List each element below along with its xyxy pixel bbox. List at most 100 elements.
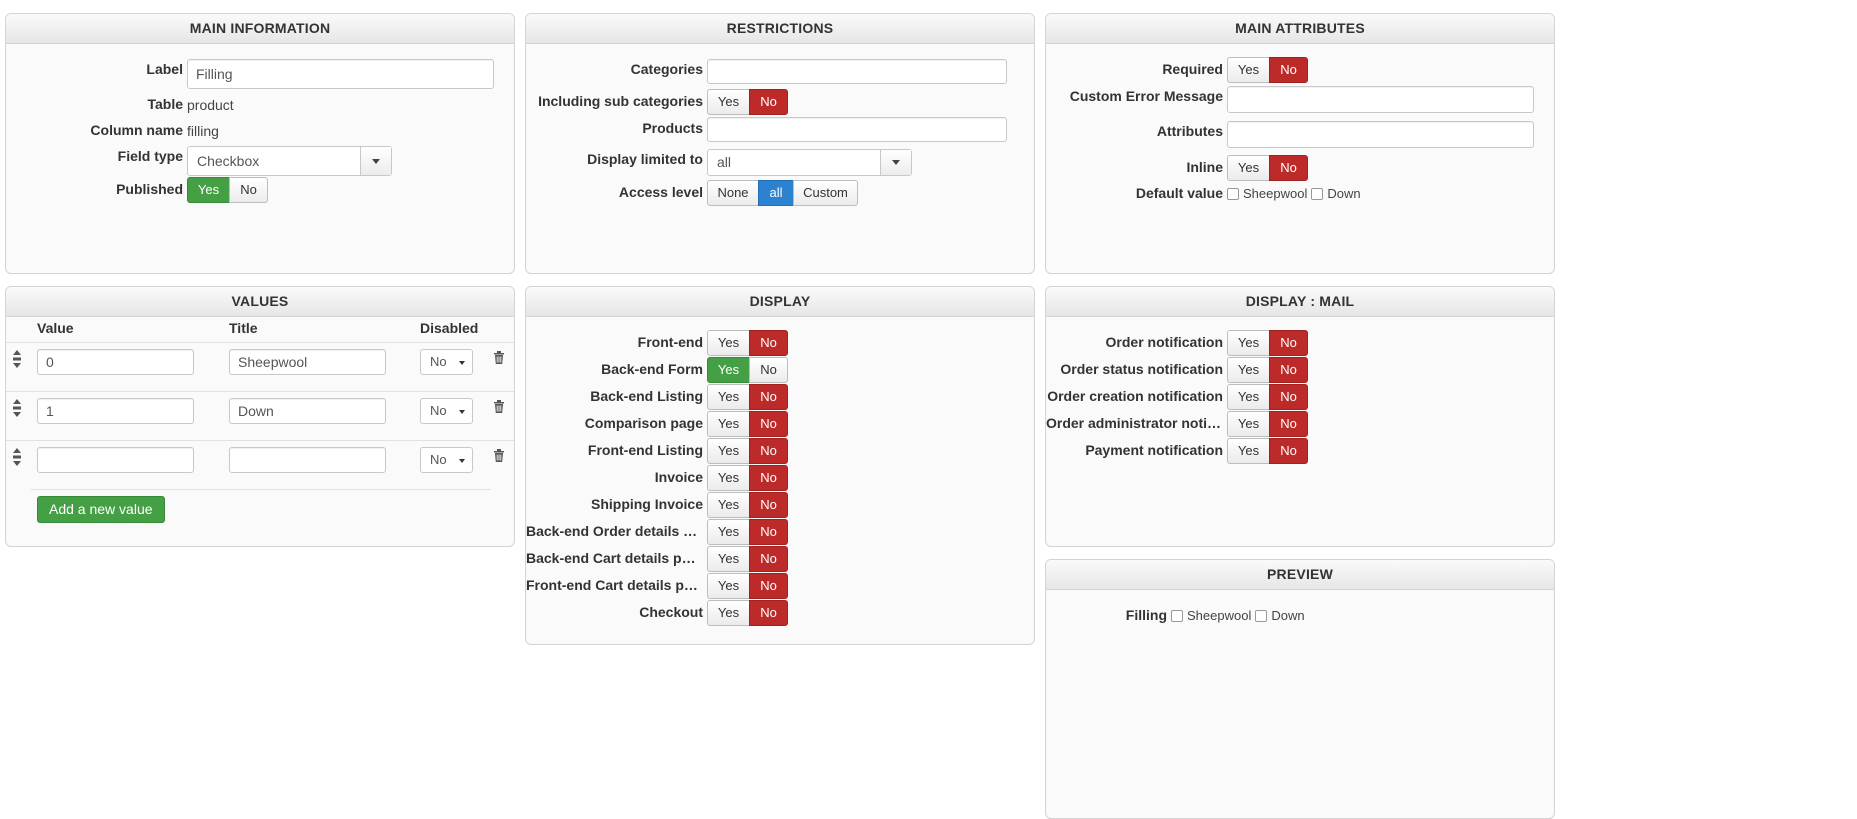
preview-down-checkbox[interactable]	[1255, 609, 1268, 622]
disabled-select[interactable]: No	[420, 398, 473, 424]
display-yes-button[interactable]: Yes	[707, 573, 750, 599]
display-no-button[interactable]: No	[749, 357, 788, 383]
display-limited-dropdown-button[interactable]	[880, 150, 911, 175]
add-new-value-button[interactable]: Add a new value	[37, 496, 165, 523]
display-yes-button[interactable]: Yes	[707, 492, 750, 518]
display-no-button[interactable]: No	[749, 330, 788, 356]
disabled-select[interactable]: No	[420, 447, 473, 473]
custom-error-input[interactable]	[1227, 86, 1534, 113]
field-type-dropdown-button[interactable]	[360, 147, 391, 175]
required-no-button[interactable]: No	[1269, 57, 1308, 83]
access-all-button[interactable]: all	[758, 180, 794, 206]
main-information-panel: MAIN INFORMATION Label Filling Table pro…	[5, 13, 515, 274]
display-row-label: Front-end Listing	[587, 442, 703, 458]
subcategories-yes-button[interactable]: Yes	[707, 89, 750, 115]
mail-row-label: Order creation notification	[1047, 388, 1223, 404]
label-input[interactable]: Filling	[187, 59, 494, 89]
mail-yes-button[interactable]: Yes	[1227, 411, 1270, 437]
display-row-toggle: Yes No	[707, 330, 788, 356]
disabled-select[interactable]: No	[420, 349, 473, 375]
published-no-button[interactable]: No	[229, 177, 268, 203]
display-no-button[interactable]: No	[749, 438, 788, 464]
drag-handle-icon[interactable]	[12, 350, 22, 368]
access-none-button[interactable]: None	[707, 180, 759, 206]
inline-toggle: Yes No	[1227, 155, 1308, 181]
mail-row-label: Order status notification	[1060, 361, 1223, 377]
field-type-label: Field type	[117, 148, 183, 164]
display-no-button[interactable]: No	[749, 492, 788, 518]
display-row-label: Back-end Cart details page	[526, 550, 703, 566]
mail-yes-button[interactable]: Yes	[1227, 330, 1270, 356]
mail-no-button[interactable]: No	[1269, 384, 1308, 410]
display-no-button[interactable]: No	[749, 519, 788, 545]
preview-panel: PREVIEW Filling Sheepwool Down	[1045, 559, 1555, 819]
display-yes-button[interactable]: Yes	[707, 600, 750, 626]
chevron-down-icon	[459, 361, 465, 365]
title-input[interactable]: Sheepwool	[229, 349, 386, 375]
value-input[interactable]: 1	[37, 398, 194, 424]
mail-no-button[interactable]: No	[1269, 438, 1308, 464]
table-label: Table	[147, 96, 183, 112]
drag-handle-icon[interactable]	[12, 448, 22, 466]
published-yes-button[interactable]: Yes	[187, 177, 230, 203]
subcategories-no-button[interactable]: No	[749, 89, 788, 115]
chevron-down-icon	[459, 459, 465, 463]
values-panel: VALUES Value Title Disabled 0 Sheepwool …	[5, 286, 515, 547]
display-yes-button[interactable]: Yes	[707, 411, 750, 437]
mail-no-button[interactable]: No	[1269, 357, 1308, 383]
chevron-down-icon	[459, 410, 465, 414]
display-yes-button[interactable]: Yes	[707, 519, 750, 545]
inline-no-button[interactable]: No	[1269, 155, 1308, 181]
attributes-input[interactable]	[1227, 121, 1534, 148]
access-custom-button[interactable]: Custom	[793, 180, 858, 206]
attributes-label: Attributes	[1156, 123, 1223, 139]
mail-yes-button[interactable]: Yes	[1227, 357, 1270, 383]
products-input[interactable]	[707, 117, 1007, 142]
display-yes-button[interactable]: Yes	[707, 357, 750, 383]
trash-icon[interactable]	[493, 399, 505, 413]
display-no-button[interactable]: No	[749, 384, 788, 410]
including-subcategories-toggle: Yes No	[707, 89, 788, 115]
display-yes-button[interactable]: Yes	[707, 330, 750, 356]
trash-icon[interactable]	[493, 350, 505, 364]
default-down-checkbox[interactable]	[1311, 187, 1324, 200]
display-yes-button[interactable]: Yes	[707, 546, 750, 572]
value-input[interactable]: 0	[37, 349, 194, 375]
access-level-label: Access level	[618, 184, 703, 200]
trash-icon[interactable]	[493, 448, 505, 462]
display-no-button[interactable]: No	[749, 411, 788, 437]
display-yes-button[interactable]: Yes	[707, 384, 750, 410]
inline-label: Inline	[1186, 159, 1223, 175]
disabled-select-value: No	[430, 403, 447, 418]
value-input[interactable]	[37, 447, 194, 473]
display-yes-button[interactable]: Yes	[707, 438, 750, 464]
title-input[interactable]: Down	[229, 398, 386, 424]
mail-yes-button[interactable]: Yes	[1227, 438, 1270, 464]
inline-yes-button[interactable]: Yes	[1227, 155, 1270, 181]
display-no-button[interactable]: No	[749, 573, 788, 599]
display-row-toggle: Yes No	[707, 600, 788, 626]
default-sheepwool-checkbox[interactable]	[1227, 187, 1239, 200]
including-subcategories-label: Including sub categories	[538, 93, 703, 109]
display-row-label: Shipping Invoice	[590, 496, 703, 512]
mail-yes-button[interactable]: Yes	[1227, 384, 1270, 410]
required-yes-button[interactable]: Yes	[1227, 57, 1270, 83]
title-input[interactable]	[229, 447, 386, 473]
drag-handle-icon[interactable]	[12, 399, 22, 417]
field-type-select[interactable]: Checkbox	[187, 146, 392, 176]
mail-row-toggle: Yes No	[1227, 438, 1308, 464]
mail-no-button[interactable]: No	[1269, 330, 1308, 356]
display-row-toggle: Yes No	[707, 438, 788, 464]
preview-sheepwool-checkbox[interactable]	[1171, 609, 1183, 622]
display-row-label: Invoice	[654, 469, 703, 485]
display-mail-title: DISPLAY : MAIL	[1046, 287, 1554, 317]
display-no-button[interactable]: No	[749, 600, 788, 626]
categories-input[interactable]	[707, 59, 1007, 84]
mail-row-label: Payment notification	[1085, 442, 1223, 458]
display-yes-button[interactable]: Yes	[707, 465, 750, 491]
display-no-button[interactable]: No	[749, 465, 788, 491]
display-limited-select[interactable]: all	[707, 149, 912, 176]
mail-no-button[interactable]: No	[1269, 411, 1308, 437]
display-row-label: Back-end Order details page	[526, 523, 703, 539]
display-no-button[interactable]: No	[749, 546, 788, 572]
